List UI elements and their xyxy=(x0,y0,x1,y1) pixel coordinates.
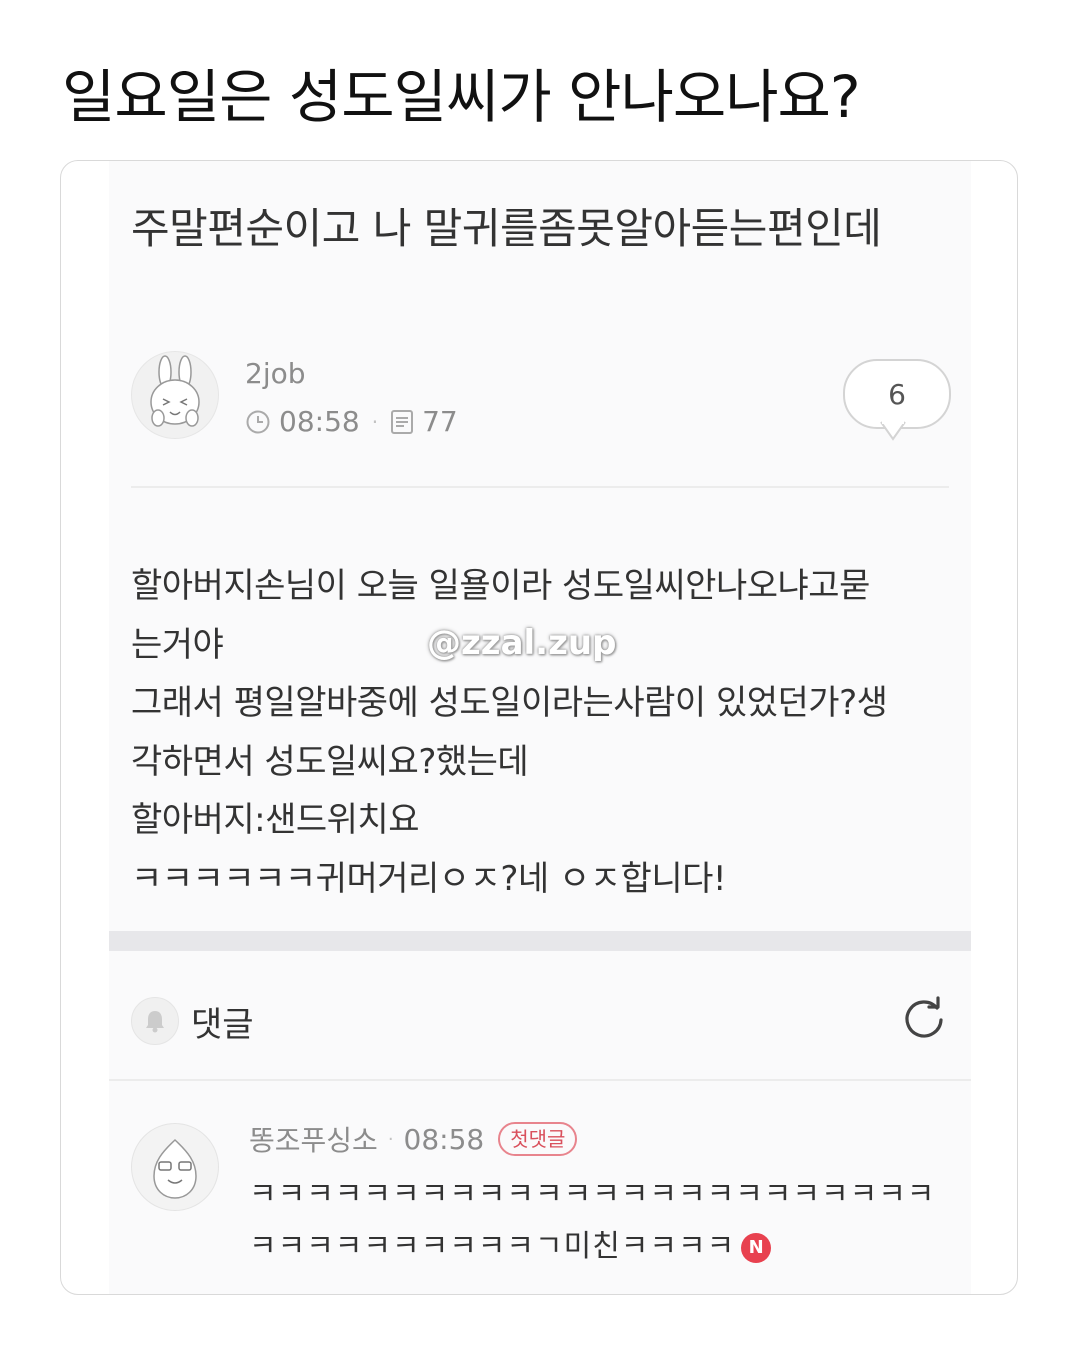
speech-bubble-icon xyxy=(880,421,906,441)
comments-label: 댓글 xyxy=(191,1005,254,1045)
commenter-name[interactable]: 똥조푸싱소 xyxy=(249,1119,378,1159)
post-body-line: 각하면서 성도일씨요?했는데 xyxy=(131,741,529,782)
comment-count: 6 xyxy=(888,377,906,411)
view-count: 77 xyxy=(422,405,458,438)
post-title: 주말편순이고 나 말귀를좀못알아듣는편인데 xyxy=(131,204,882,253)
comment-line: ㅋㅋㅋㅋㅋㅋㅋㅋㅋㅋㅋㅋㅋㅋㅋㅋㅋㅋㅋㅋㅋㅋㅋㅋ xyxy=(249,1177,936,1212)
document-icon xyxy=(390,409,414,435)
rabbit-avatar xyxy=(150,355,200,427)
new-badge: N xyxy=(741,1232,772,1263)
divider xyxy=(109,1079,971,1081)
author-name[interactable]: 2job xyxy=(245,357,306,390)
post-body-line: ㅋㅋㅋㅋㅋㅋ귀머거리ㅇㅈ?네 ㅇㅈ합니다! xyxy=(131,858,727,899)
headline: 일요일은 성도일씨가 안나오나요? xyxy=(62,63,861,131)
comment-count-bubble[interactable]: 6 xyxy=(843,359,951,429)
comment-time: 08:58 xyxy=(403,1122,485,1156)
commenter-avatar[interactable] xyxy=(131,1123,219,1211)
divider xyxy=(131,486,949,488)
section-separator xyxy=(109,931,971,951)
screenshot-card: 주말편순이고 나 말귀를좀못알아듣는편인데 2job 08:58 · 77 6 … xyxy=(60,160,1018,1295)
post-body-line: 할아버지손님이 오늘 일욜이라 성도일씨안나오냐고묻 xyxy=(131,566,870,606)
post-body: 할아버지손님이 오늘 일욜이라 성도일씨안나오냐고묻 는거야 그래서 평일알바중… xyxy=(131,557,961,908)
clock-icon xyxy=(245,409,271,435)
post-screenshot: 주말편순이고 나 말귀를좀못알아듣는편인데 2job 08:58 · 77 6 … xyxy=(109,161,971,1294)
post-time: 08:58 xyxy=(279,405,360,438)
bell-icon[interactable] xyxy=(131,997,179,1045)
meta-separator: · xyxy=(371,409,379,434)
peach-avatar xyxy=(153,1138,197,1199)
author-avatar[interactable] xyxy=(131,351,219,439)
post-meta: 08:58 · 77 xyxy=(245,405,458,438)
comment-body: ㅋㅋㅋㅋㅋㅋㅋㅋㅋㅋㅋㅋㅋㅋㅋㅋㅋㅋㅋㅋㅋㅋㅋㅋ ㅋㅋㅋㅋㅋㅋㅋㅋㅋㅋㄱ미친ㅋㅋ… xyxy=(249,1169,949,1273)
post-body-line: 할아버지:샌드위치요 xyxy=(131,800,419,840)
comment-line: ㅋㅋㅋㅋㅋㅋㅋㅋㅋㅋㄱ미친ㅋㅋㅋㅋ N xyxy=(249,1221,949,1273)
post-body-line: 그래서 평일알바중에 성도일이라는사람이 있었던가?생 xyxy=(131,683,888,723)
watermark: @zzal.zup xyxy=(427,623,617,663)
first-comment-badge: 첫댓글 xyxy=(498,1122,578,1156)
comment-line-text: ㅋㅋㅋㅋㅋㅋㅋㅋㅋㅋㄱ미친ㅋㅋㅋㅋ xyxy=(249,1229,736,1264)
refresh-icon[interactable] xyxy=(899,993,949,1043)
comment-meta: 똥조푸싱소 · 08:58 첫댓글 xyxy=(249,1119,578,1159)
meta-separator: · xyxy=(387,1128,394,1150)
